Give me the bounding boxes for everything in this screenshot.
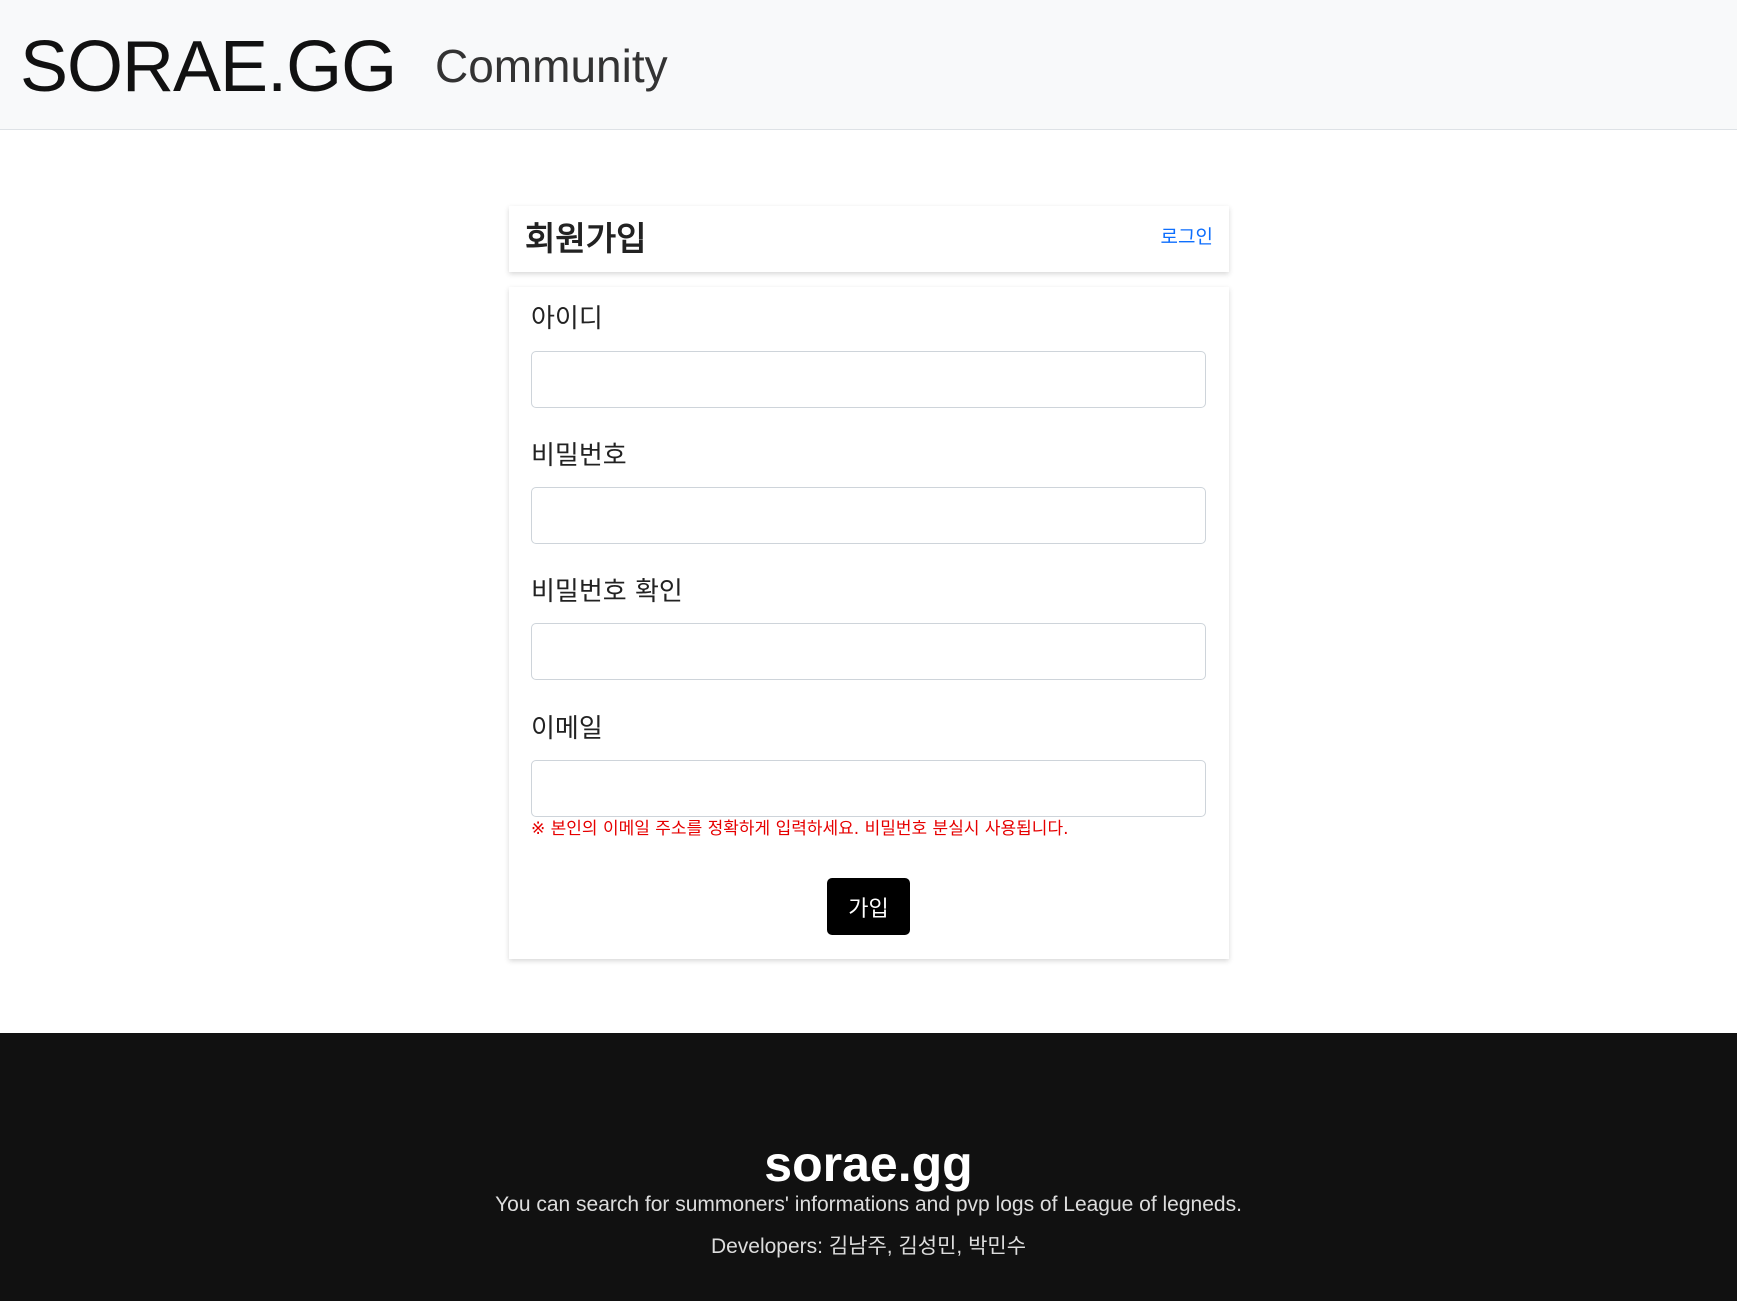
email-label: 이메일 [531,714,603,744]
brand-logo-link[interactable]: SORAE.GG [20,22,397,112]
password-confirm-label: 비밀번호 확인 [531,577,683,607]
page-title: 회원가입 [525,219,647,258]
nav-community-link[interactable]: Community [435,38,668,94]
email-notice-text: ※ 본인의 이메일 주소를 정확하게 입력하세요. 비밀번호 분실시 사용됩니다… [531,819,1069,839]
password-input[interactable] [531,487,1206,544]
footer-description: You can search for summoners' informatio… [495,1193,1242,1216]
username-label: 아이디 [531,304,603,334]
signup-form: 아이디 비밀번호 비밀번호 확인 이메일 ※ 본인의 이메일 주소를 정확하게 … [509,287,1229,959]
site-footer: sorae.gg You can search for summoners' i… [0,1033,1737,1301]
signup-title-card: 회원가입 로그인 [509,206,1229,272]
footer-title: sorae.gg [764,1136,973,1192]
username-input[interactable] [531,351,1206,408]
signup-submit-button[interactable]: 가입 [827,878,910,935]
password-label: 비밀번호 [531,441,627,471]
top-navbar: SORAE.GG Community [0,0,1737,130]
footer-developers: Developers: 김남주, 김성민, 박민수 [710,1235,1027,1258]
email-input[interactable] [531,760,1206,817]
password-confirm-input[interactable] [531,623,1206,680]
login-link[interactable]: 로그인 [1161,224,1213,250]
